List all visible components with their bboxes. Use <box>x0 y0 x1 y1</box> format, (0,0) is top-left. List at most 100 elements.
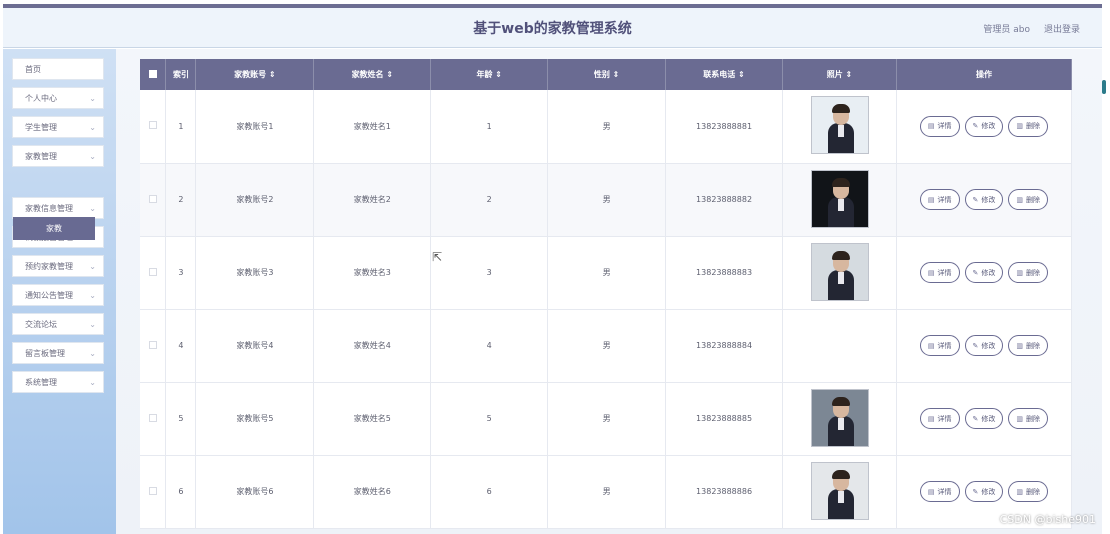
cell-actions: ▤ 详情 ✎ 修改 ▥ 删除 <box>896 236 1073 310</box>
sidebar-item[interactable]: 学生管理 ⌄ <box>12 116 104 138</box>
sort-icon[interactable]: ⇕ <box>738 70 745 79</box>
edit-button[interactable]: ✎ 修改 <box>964 189 1004 210</box>
sidebar-item[interactable]: 家教管理 ⌄ <box>12 145 104 167</box>
chevron-down-icon: ⌄ <box>89 291 96 300</box>
sidebar-item[interactable]: 通知公告管理 ⌄ <box>12 284 104 306</box>
detail-button[interactable]: ▤ 详情 <box>919 408 960 429</box>
cell-photo <box>782 382 897 456</box>
cell-phone: 13823888883 <box>665 236 784 310</box>
detail-button[interactable]: ▤ 详情 <box>919 481 960 502</box>
row-checkbox-cell[interactable] <box>140 236 167 310</box>
row-checkbox-cell[interactable] <box>140 455 167 529</box>
cell-phone: 13823888881 <box>665 90 784 164</box>
delete-button[interactable]: ▥ 删除 <box>1008 115 1049 137</box>
sort-icon[interactable]: ⇕ <box>269 70 276 79</box>
sidebar-item[interactable]: 首页 <box>12 58 104 80</box>
edit-button[interactable]: ✎ 修改 <box>964 115 1004 137</box>
sidebar-item[interactable]: 预约家教管理 ⌄ <box>12 255 104 277</box>
header-phone[interactable]: 联系电话 ⇕ <box>665 59 784 90</box>
sort-icon[interactable]: ⇕ <box>495 70 502 79</box>
cell-photo <box>782 455 897 529</box>
row-checkbox-cell[interactable] <box>140 382 167 456</box>
mouse-cursor-icon: ⇱ <box>432 250 443 264</box>
cell-index: 2 <box>165 163 197 237</box>
row-checkbox-cell[interactable] <box>140 90 167 164</box>
sidebar-subitem-active[interactable]: 家教 <box>13 217 95 240</box>
cell-gender: 男 <box>547 309 667 383</box>
cell-age: 5 <box>430 382 549 456</box>
sidebar-item[interactable]: 留言板管理 ⌄ <box>12 342 104 364</box>
sidebar-item-label: 系统管理 <box>25 378 57 387</box>
sidebar-item-label: 留言板管理 <box>25 349 65 358</box>
cell-gender: 男 <box>547 90 667 164</box>
row-checkbox[interactable] <box>148 267 157 276</box>
delete-button[interactable]: ▥ 删除 <box>1008 262 1049 283</box>
pencil-icon: ✎ <box>972 122 979 131</box>
sidebar-item[interactable]: 系统管理 ⌄ <box>12 371 104 393</box>
data-table: 索引 家教账号 ⇕ 家教姓名 ⇕ 年龄 ⇕ 性别 ⇕ 联系电话 ⇕ 照片 ⇕ 操… <box>140 59 1073 529</box>
sidebar-item[interactable]: 个人中心 ⌄ <box>12 87 104 109</box>
user-label[interactable]: 管理员 abo <box>983 22 1030 35</box>
cell-phone: 13823888882 <box>665 163 784 237</box>
detail-button[interactable]: ▤ 详情 <box>919 115 960 137</box>
watermark: CSDN @bishe901 <box>999 513 1096 526</box>
tutor-photo[interactable] <box>810 169 869 228</box>
sidebar-item[interactable]: 家教信息管理 ⌄ <box>12 197 104 219</box>
row-checkbox[interactable] <box>148 413 157 422</box>
header-account[interactable]: 家教账号 ⇕ <box>195 59 315 90</box>
cell-index: 5 <box>165 382 197 456</box>
row-checkbox-cell[interactable] <box>140 163 167 237</box>
row-checkbox-cell[interactable] <box>140 309 167 383</box>
detail-button[interactable]: ▤ 详情 <box>919 189 960 210</box>
logout-button[interactable]: 退出登录 <box>1044 22 1080 35</box>
scrollbar[interactable] <box>1102 80 1106 94</box>
cell-name: 家教姓名1 <box>313 90 432 164</box>
chevron-down-icon: ⌄ <box>89 320 96 329</box>
delete-button[interactable]: ▥ 删除 <box>1008 481 1049 502</box>
sidebar-item[interactable]: 交流论坛 ⌄ <box>12 313 104 335</box>
row-checkbox[interactable] <box>148 340 157 349</box>
tutor-photo[interactable] <box>810 461 869 520</box>
table-row: 6 家教账号6 家教姓名6 6 男 13823888886 ▤ 详情 ✎ 修改 ▥ 删除 <box>140 455 1073 529</box>
trash-icon: ▥ <box>1016 122 1024 131</box>
trash-icon: ▥ <box>1016 341 1024 350</box>
edit-button[interactable]: ✎ 修改 <box>964 481 1004 502</box>
sort-icon[interactable]: ⇕ <box>613 70 620 79</box>
edit-button[interactable]: ✎ 修改 <box>964 335 1004 356</box>
header-gender[interactable]: 性别 ⇕ <box>547 59 667 90</box>
cell-account: 家教账号4 <box>195 309 315 383</box>
row-checkbox[interactable] <box>148 486 157 495</box>
edit-button[interactable]: ✎ 修改 <box>964 408 1004 429</box>
cell-account: 家教账号1 <box>195 90 315 164</box>
detail-button[interactable]: ▤ 详情 <box>919 335 960 356</box>
tutor-photo[interactable] <box>810 96 869 155</box>
edit-button[interactable]: ✎ 修改 <box>964 262 1004 283</box>
delete-button[interactable]: ▥ 删除 <box>1008 408 1049 429</box>
header-actions: 操作 <box>896 59 1073 90</box>
cell-name: 家教姓名4 <box>313 309 432 383</box>
sort-icon[interactable]: ⇕ <box>386 70 393 79</box>
header-age[interactable]: 年龄 ⇕ <box>430 59 549 90</box>
sidebar-item-label: 交流论坛 <box>25 320 57 329</box>
select-all-checkbox[interactable] <box>148 69 157 78</box>
detail-button[interactable]: ▤ 详情 <box>919 262 960 283</box>
delete-button[interactable]: ▥ 删除 <box>1008 189 1049 210</box>
cell-photo <box>782 90 897 164</box>
pencil-icon: ✎ <box>972 487 979 496</box>
delete-button[interactable]: ▥ 删除 <box>1008 335 1049 356</box>
header-name[interactable]: 家教姓名 ⇕ <box>313 59 432 90</box>
select-all-header[interactable] <box>140 59 167 90</box>
document-icon: ▤ <box>927 195 935 204</box>
header-photo[interactable]: 照片 ⇕ <box>782 59 897 90</box>
row-checkbox[interactable] <box>148 194 157 203</box>
pencil-icon: ✎ <box>972 341 979 350</box>
tutor-photo[interactable] <box>810 242 869 301</box>
tutor-photo[interactable] <box>810 388 869 447</box>
chevron-down-icon: ⌄ <box>89 204 96 213</box>
main-content: 索引 家教账号 ⇕ 家教姓名 ⇕ 年龄 ⇕ 性别 ⇕ 联系电话 ⇕ 照片 ⇕ 操… <box>116 49 1102 534</box>
cell-index: 6 <box>165 455 197 529</box>
trash-icon: ▥ <box>1016 268 1024 277</box>
row-checkbox[interactable] <box>148 121 157 130</box>
trash-icon: ▥ <box>1016 195 1024 204</box>
sort-icon[interactable]: ⇕ <box>846 70 853 79</box>
